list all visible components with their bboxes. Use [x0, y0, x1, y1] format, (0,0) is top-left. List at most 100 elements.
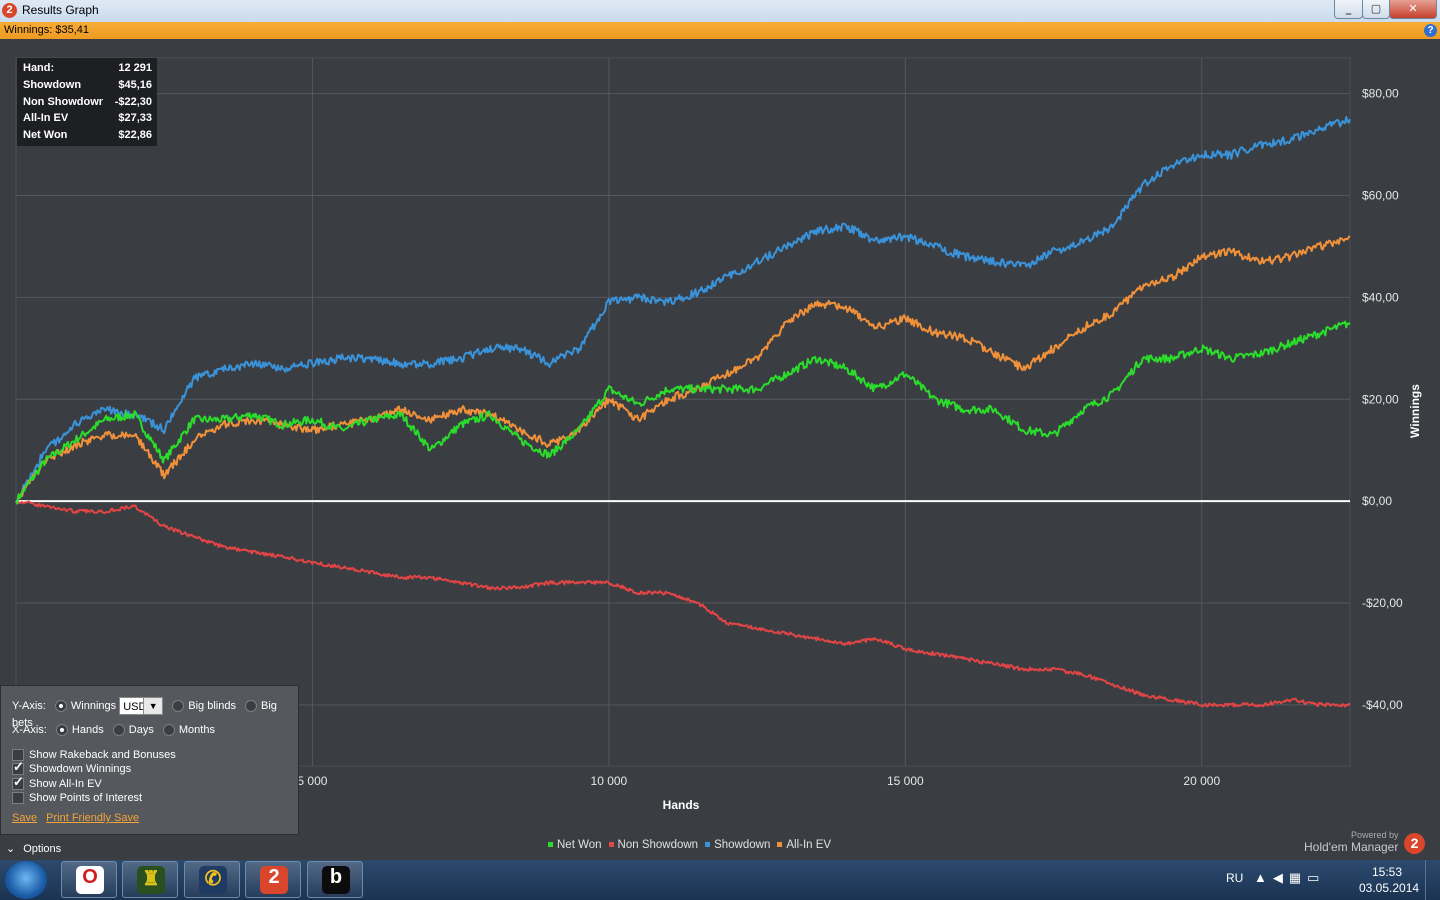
legend-item: Non Showdown — [608, 839, 699, 851]
save-link[interactable]: Save — [12, 812, 37, 824]
hem2-logo-icon: 2 — [2, 3, 17, 18]
tray-icons: ▲◀▦▭ — [1254, 870, 1325, 886]
b-app-icon: b — [322, 866, 350, 894]
y-tick-label: $20,00 — [1362, 392, 1399, 406]
x-axis-row: X-Axis: Hands Days Months — [12, 722, 215, 738]
checkbox-rakeback-label: Show Rakeback and Bonuses — [29, 749, 176, 761]
radio-days[interactable] — [112, 724, 125, 737]
language-indicator[interactable]: RU — [1226, 871, 1243, 885]
plot-area — [15, 57, 1351, 767]
tray-expand-icon[interactable]: ▲ — [1254, 870, 1273, 885]
options-toggle[interactable]: ⌄ Options — [0, 838, 80, 860]
stat-value: -$22,30 — [114, 96, 152, 108]
brand-name: Hold'em Manager — [1304, 840, 1399, 854]
radio-big-blinds-label: Big blinds — [188, 699, 236, 712]
radio-hands-label: Hands — [71, 724, 104, 736]
powered-by-label: Powered by — [1351, 830, 1399, 840]
radio-big-bets[interactable] — [245, 700, 258, 712]
checkbox-allin[interactable] — [12, 774, 24, 791]
game-icon: ♜ — [137, 866, 165, 894]
results-graph-window: 2 Results Graph _ ▢ ✕ Winnings: $35,41 ?… — [0, 0, 1440, 860]
stat-hand: Hand: 12 291 — [23, 62, 152, 78]
currency-select[interactable]: USD ▼ — [119, 697, 164, 715]
stat-value: 12 291 — [118, 62, 152, 74]
x-axis-label: Hands — [663, 798, 700, 812]
radio-months[interactable] — [162, 724, 175, 737]
checkbox-showdown-label: Showdown Winnings — [29, 763, 132, 775]
stat-showdown: Showdown $45,16 — [23, 79, 152, 95]
y-axis-label: Y-Axis: — [12, 699, 46, 712]
y-axis-label: Winnings — [1408, 384, 1422, 438]
chart-legend: Net Won Non Showdown Showdown All-In EV — [548, 839, 838, 855]
clock-time[interactable]: 15:53 — [1372, 865, 1402, 879]
radio-hands[interactable] — [55, 724, 68, 737]
volume-icon[interactable]: ◀ — [1273, 870, 1289, 885]
close-button[interactable]: ✕ — [1389, 0, 1437, 19]
title-bar[interactable]: 2 Results Graph _ ▢ ✕ — [0, 0, 1440, 22]
x-tick-label: 10 000 — [591, 774, 628, 788]
legend-label: Non Showdown — [617, 839, 699, 851]
taskbar-app-b[interactable]: b — [307, 861, 363, 898]
opera-icon: O — [76, 866, 104, 894]
maximize-button[interactable]: ▢ — [1362, 0, 1390, 19]
checkbox-poi[interactable] — [12, 792, 24, 805]
stat-label: Non Showdown — [23, 96, 103, 108]
legend-item: Net Won — [548, 839, 602, 851]
checkbox-showdown-row[interactable]: Showdown Winnings — [12, 759, 132, 777]
y-tick-label: $40,00 — [1362, 290, 1399, 304]
save-links-row: Save Print Friendly Save — [12, 810, 139, 826]
taskbar-app-messenger[interactable]: ✆ — [184, 861, 240, 898]
checkbox-poi-row[interactable]: Show Points of Interest — [12, 790, 142, 806]
stat-allin-ev: All-In EV $27,33 — [23, 112, 152, 128]
checkbox-allin-label: Show All-In EV — [29, 778, 102, 790]
window-title: Results Graph — [22, 3, 99, 17]
legend-swatch — [608, 842, 614, 848]
messenger-icon: ✆ — [199, 866, 227, 894]
legend-swatch — [777, 842, 783, 848]
legend-label: All-In EV — [786, 839, 832, 851]
stat-label: Net Won — [23, 129, 68, 141]
y-tick-label: -$20,00 — [1362, 596, 1403, 610]
clock-date[interactable]: 03.05.2014 — [1359, 881, 1419, 895]
legend-swatch — [548, 842, 553, 848]
chevron-down-icon[interactable]: ▼ — [143, 698, 163, 714]
help-icon[interactable]: ? — [1424, 24, 1437, 37]
show-desktop-button[interactable] — [1425, 860, 1440, 900]
radio-winnings-label: Winnings — [70, 699, 117, 712]
y-tick-label: $60,00 — [1362, 189, 1399, 203]
print-friendly-save-link[interactable]: Print Friendly Save — [46, 812, 139, 824]
network-icon[interactable]: ▦ — [1289, 870, 1307, 885]
y-tick-label: -$40,00 — [1362, 698, 1403, 712]
stat-value: $27,33 — [118, 112, 152, 124]
stat-label: Hand: — [23, 62, 55, 74]
x-axis-label: X-Axis: — [12, 724, 47, 736]
minimize-button[interactable]: _ — [1334, 0, 1363, 19]
stat-label: Showdown — [23, 79, 82, 91]
stat-label: All-In EV — [23, 112, 69, 124]
chevron-down-icon: ⌄ — [6, 843, 16, 855]
radio-big-blinds[interactable] — [172, 700, 185, 712]
taskbar-app-hem2[interactable]: 2 — [245, 861, 301, 898]
stat-value: $22,86 — [118, 129, 152, 141]
radio-winnings[interactable] — [54, 700, 67, 712]
y-tick-label: $80,00 — [1362, 87, 1399, 101]
hover-stats-box: Hand: 12 291 Showdown $45,16 Non Showdown -… — [17, 58, 157, 146]
monitor-icon[interactable]: ▭ — [1307, 870, 1325, 885]
y-axis-row: Y-Axis: Winnings USD ▼ Big blinds Big bet… — [12, 697, 298, 729]
taskbar-app-game[interactable]: ♜ — [122, 861, 178, 898]
start-button[interactable] — [5, 861, 47, 899]
checkbox-poi-label: Show Points of Interest — [29, 792, 143, 804]
legend-swatch — [705, 842, 711, 848]
legend-item: Showdown — [705, 839, 770, 851]
radio-months-label: Months — [178, 724, 215, 736]
stat-non-showdown: Non Showdown -$22,30 — [23, 96, 152, 112]
x-tick-label: 5 000 — [297, 774, 327, 788]
legend-label: Showdown — [714, 839, 771, 851]
taskbar: O ♜ ✆ 2 b RU ▲◀▦▭ 15:53 03.05.2014 — [0, 860, 1440, 900]
stat-net-won: Net Won $22,86 — [23, 129, 152, 145]
taskbar-app-opera[interactable]: O — [61, 861, 117, 898]
options-toggle-label: Options — [23, 843, 62, 855]
x-tick-label: 20 000 — [1183, 774, 1220, 788]
radio-days-label: Days — [128, 724, 154, 736]
stat-value: $45,16 — [118, 79, 152, 91]
